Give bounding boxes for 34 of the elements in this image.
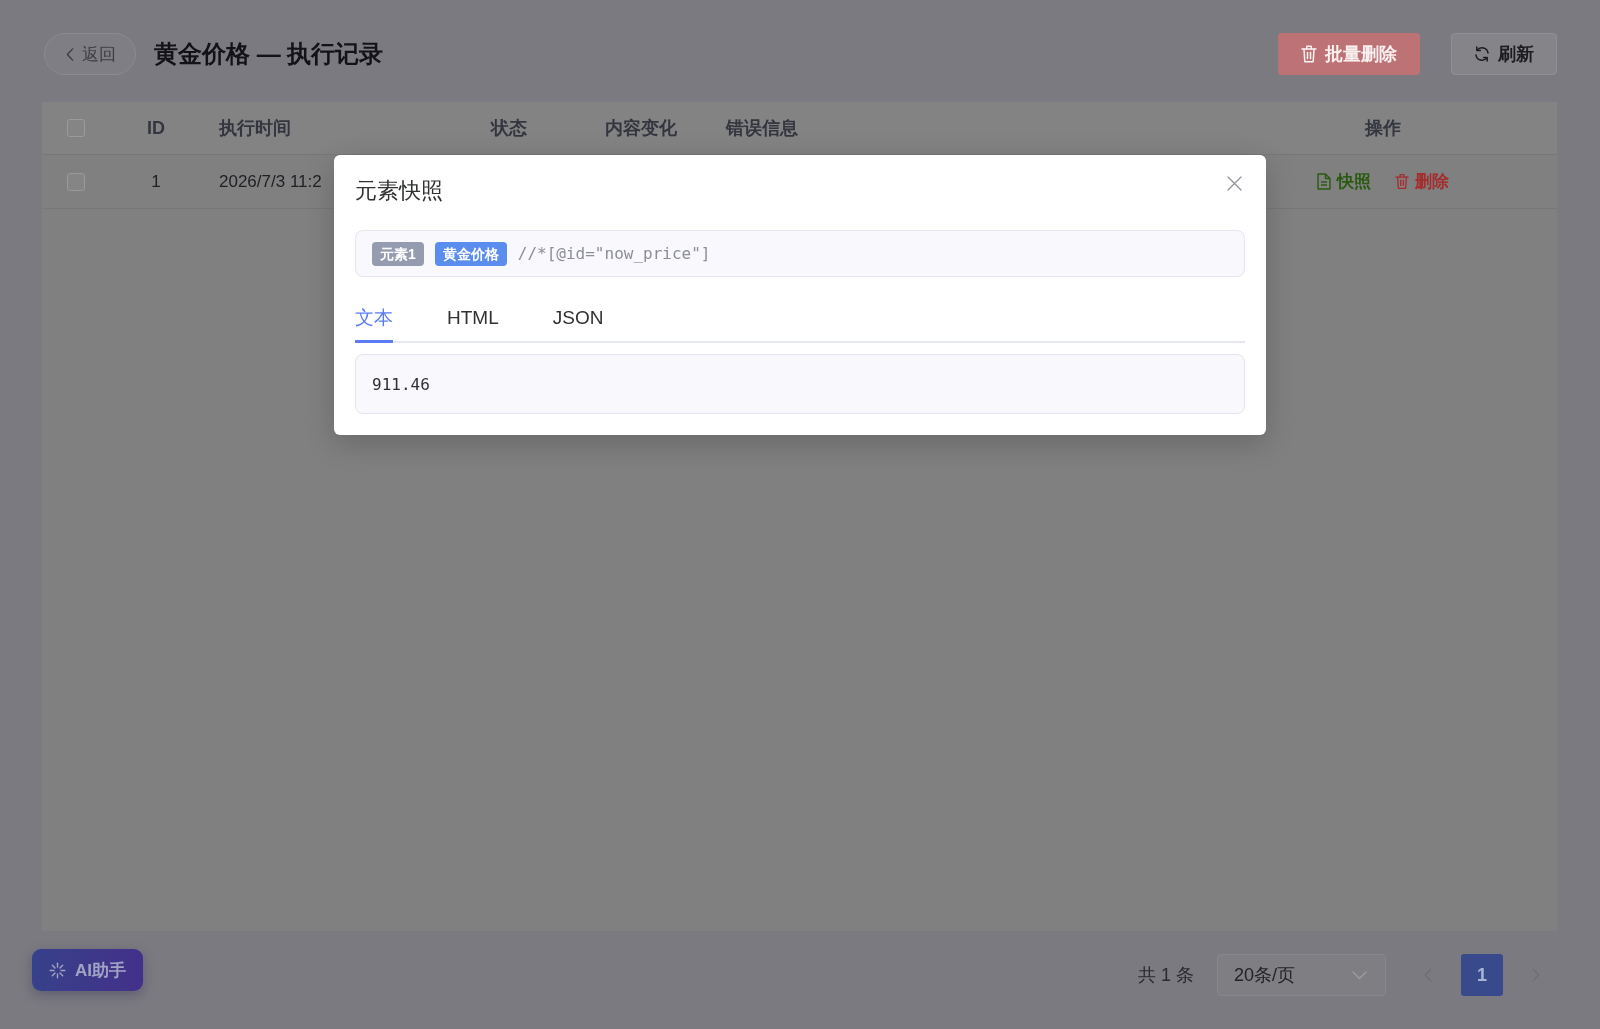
page-size-select[interactable]: 20条/页 bbox=[1217, 954, 1386, 996]
checkbox[interactable] bbox=[67, 119, 85, 137]
column-header: 操作 bbox=[1365, 117, 1401, 140]
tab[interactable]: 文本 bbox=[355, 293, 393, 343]
document-icon bbox=[1317, 173, 1331, 190]
tag: 元素1 bbox=[372, 241, 424, 266]
tab[interactable]: HTML bbox=[447, 293, 499, 343]
trash-icon bbox=[1301, 45, 1317, 63]
tag: 黄金价格 bbox=[434, 241, 507, 266]
column-header: 内容变化 bbox=[605, 117, 677, 140]
chevron-down-icon bbox=[1352, 970, 1367, 980]
close-icon bbox=[1226, 176, 1242, 191]
sparkle-icon bbox=[49, 961, 66, 979]
xpath-text: //*[@id="now_price"] bbox=[517, 244, 711, 263]
refresh-icon bbox=[1474, 46, 1490, 62]
table-cell: 2026/7/3 11:2 bbox=[219, 171, 322, 192]
page-title: 黄金价格 — 执行记录 bbox=[154, 39, 384, 69]
snapshot-button[interactable]: 快照 bbox=[1317, 170, 1371, 193]
total-count: 共 1 条 bbox=[1138, 964, 1194, 987]
table-cell: 1 bbox=[151, 171, 161, 192]
page-button[interactable]: 1 bbox=[1461, 954, 1503, 996]
refresh-button[interactable]: 刷新 bbox=[1451, 33, 1557, 75]
dialog-title: 元素快照 bbox=[355, 177, 443, 205]
column-header: 执行时间 bbox=[219, 117, 291, 140]
ai-assistant-button[interactable]: AI助手 bbox=[32, 949, 143, 991]
column-header: 错误信息 bbox=[726, 117, 798, 140]
back-button[interactable]: 返回 bbox=[44, 33, 136, 75]
chevron-left-icon bbox=[66, 47, 74, 61]
column-header: ID bbox=[147, 117, 165, 139]
checkbox[interactable] bbox=[67, 172, 85, 191]
trash-icon bbox=[1395, 173, 1409, 190]
tab[interactable]: JSON bbox=[552, 293, 604, 343]
snapshot-content: 911.46 bbox=[355, 354, 1245, 414]
column-header: 状态 bbox=[491, 117, 527, 140]
